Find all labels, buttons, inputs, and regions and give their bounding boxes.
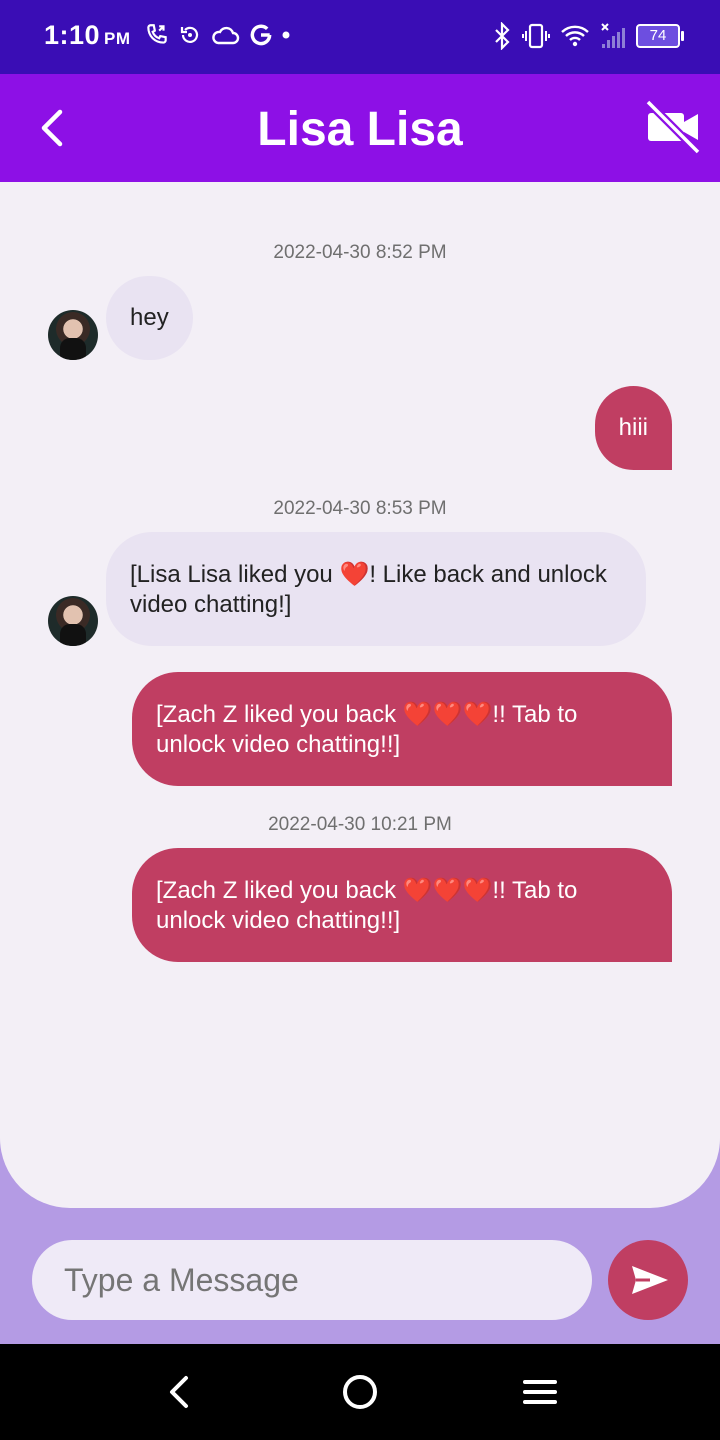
message-timestamp: 2022-04-30 10:21 PM [268, 814, 452, 835]
send-icon [632, 1266, 668, 1294]
status-right-icons: 74 [492, 22, 684, 50]
outgoing-message[interactable]: [Zach Z liked you back ❤️❤️❤️!! Tab to u… [132, 848, 672, 962]
phone-call-icon [147, 24, 167, 44]
status-time-ampm: PM [104, 29, 131, 48]
message-input[interactable] [32, 1240, 592, 1320]
battery-icon: 74 [636, 24, 684, 48]
contact-name: Lisa Lisa [257, 103, 463, 156]
outgoing-message[interactable]: [Zach Z liked you back ❤️❤️❤️!! Tab to u… [132, 672, 672, 786]
dot-icon [282, 31, 290, 39]
sync-icon [180, 26, 199, 43]
nav-home-icon[interactable] [340, 1372, 380, 1412]
avatar[interactable] [48, 310, 98, 360]
send-button[interactable] [608, 1240, 688, 1320]
avatar[interactable] [48, 596, 98, 646]
status-left-icons [144, 22, 290, 48]
google-icon [250, 24, 272, 46]
chat-header: Lisa Lisa [0, 74, 720, 182]
outgoing-message[interactable]: hiii [594, 386, 672, 470]
incoming-message[interactable]: hey [106, 276, 193, 360]
message-timestamp: 2022-04-30 8:53 PM [273, 498, 447, 519]
video-off-icon[interactable] [644, 98, 702, 156]
bluetooth-icon [495, 22, 510, 50]
incoming-message[interactable]: [Lisa Lisa liked you ❤️! Like back and u… [106, 532, 646, 646]
cloud-icon [212, 26, 240, 45]
status-bar: 1:10 PM 74 [0, 0, 720, 74]
status-time-value: 1:10 [44, 20, 101, 50]
message-list[interactable]: 2022-04-30 8:52 PM hey hiii 2022-04-30 8… [0, 182, 720, 1208]
status-time: 1:10 PM [44, 20, 131, 51]
vibrate-icon [522, 23, 550, 49]
signal-icon [601, 23, 625, 48]
nav-menu-icon[interactable] [522, 1374, 558, 1410]
wifi-icon [561, 25, 589, 47]
system-navigation-bar [0, 1344, 720, 1440]
message-timestamp: 2022-04-30 8:52 PM [273, 242, 447, 263]
nav-back-icon[interactable] [162, 1372, 198, 1412]
battery-level: 74 [649, 27, 667, 44]
